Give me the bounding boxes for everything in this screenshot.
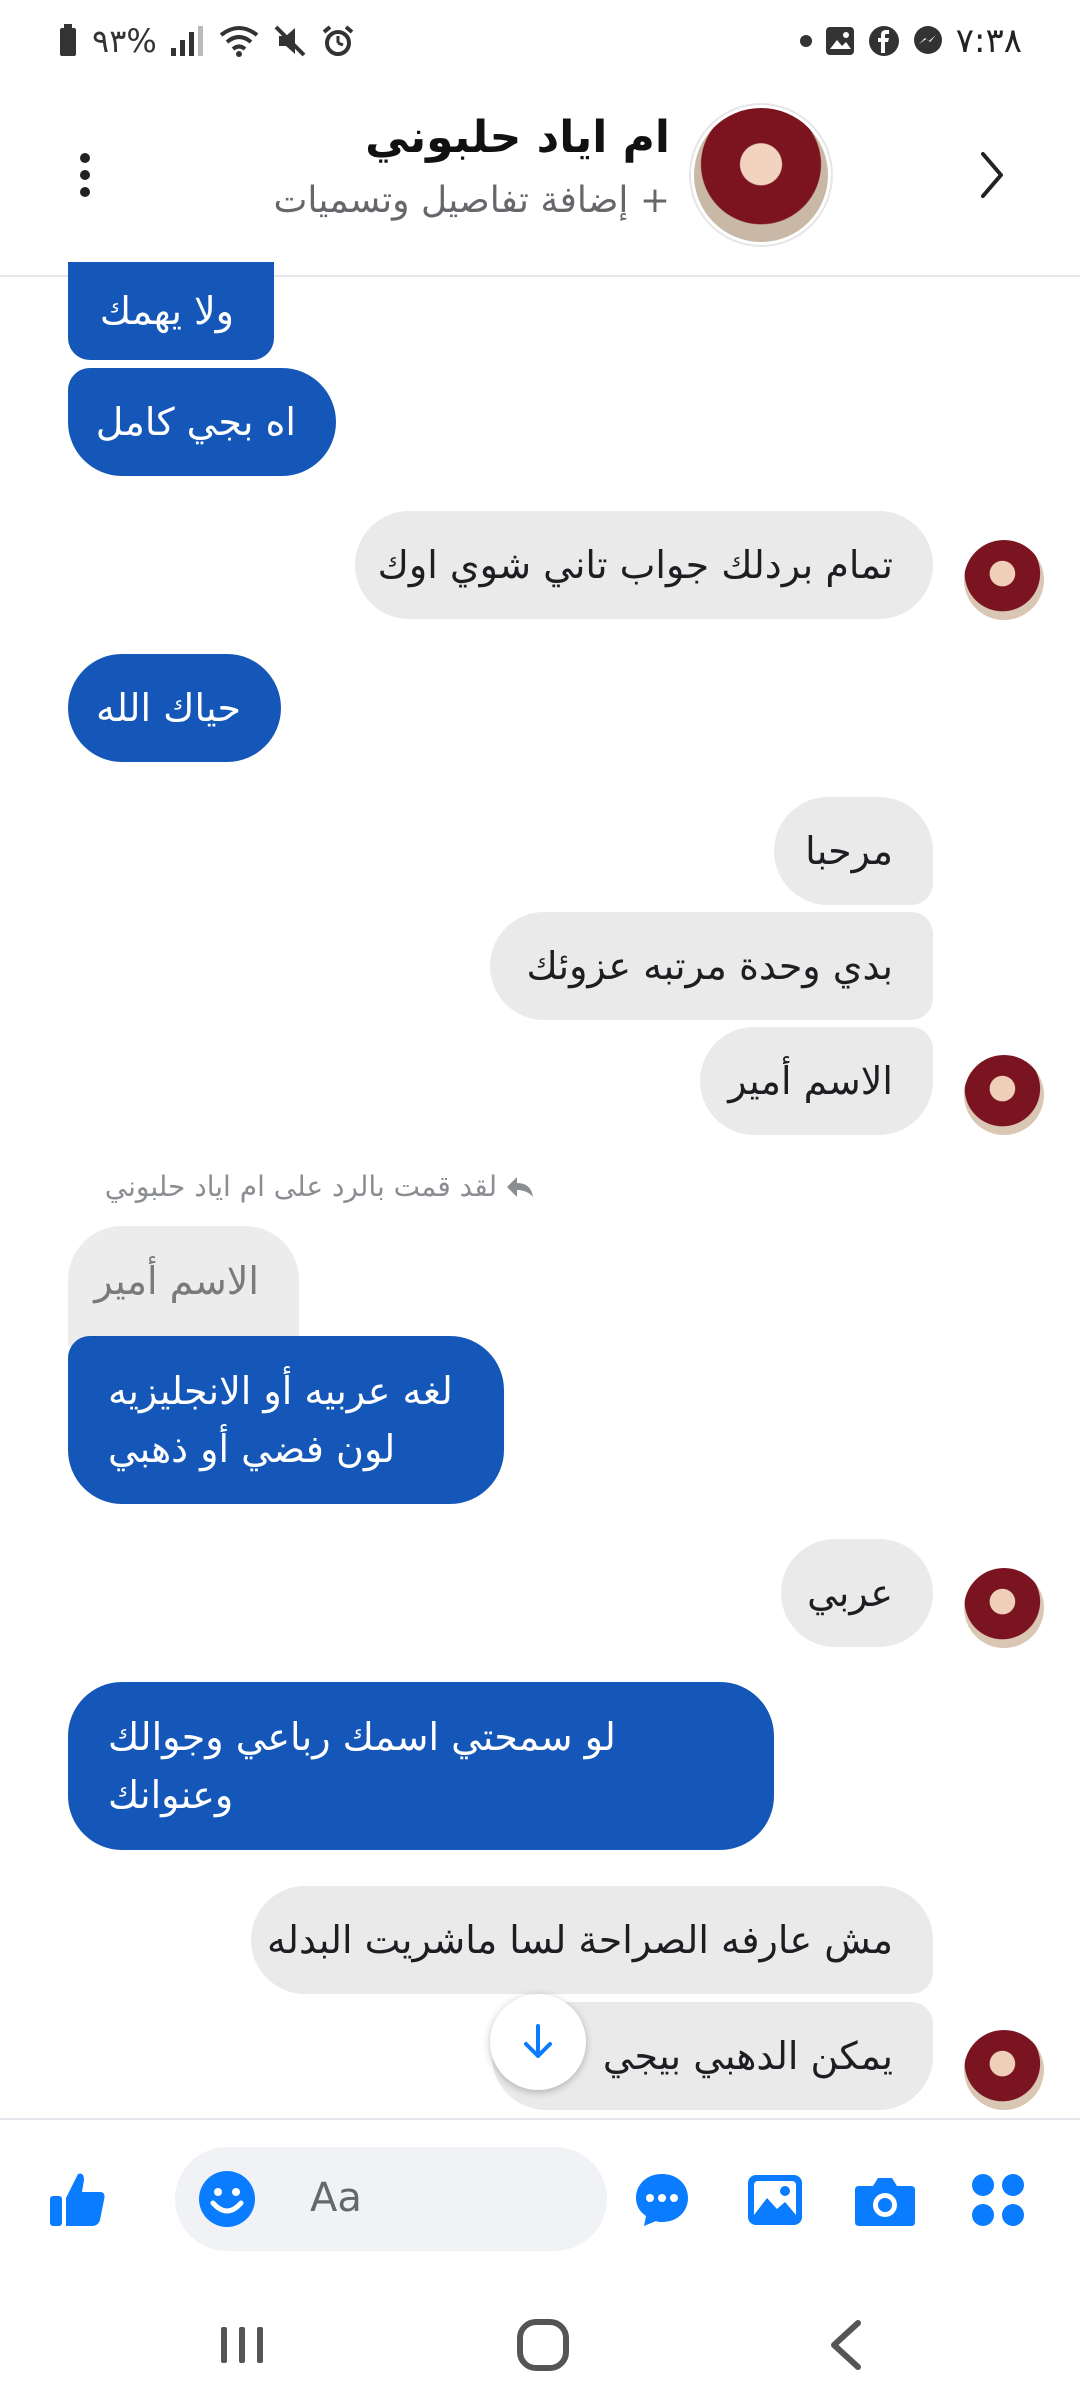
arrow-down-icon	[524, 2024, 552, 2058]
message-bubble-incoming[interactable]: عربي	[781, 1539, 933, 1647]
contact-avatar-small	[964, 1568, 1044, 1648]
message-bubble-outgoing[interactable]: لغه عربيه أو الانجليزيه لون فضي أو ذهبي	[68, 1336, 504, 1504]
status-right: ٧:٣٨	[799, 18, 1022, 64]
dot-icon	[799, 35, 812, 47]
home-button[interactable]	[503, 2310, 583, 2380]
reply-label: لقد قمت بالرد على ام اياد حلبوني	[105, 1170, 535, 1203]
thumbs-up-icon	[50, 2173, 105, 2226]
back-arrow-icon	[831, 2320, 861, 2370]
gallery-button[interactable]	[735, 2160, 815, 2240]
message-line: لغه عربيه أو الانجليزيه	[108, 1369, 453, 1413]
scroll-to-bottom-button[interactable]	[490, 1994, 586, 2090]
message-bubble-incoming[interactable]: بدي وحدة مرتبه عزوئك	[490, 912, 933, 1020]
reply-label-text: لقد قمت بالرد على ام اياد حلبوني	[104, 1170, 497, 1203]
message-bubble-incoming[interactable]: الاسم أمير	[700, 1027, 933, 1135]
contact-avatar-small	[964, 2030, 1044, 2110]
home-icon	[517, 2319, 569, 2371]
more-vertical-icon	[80, 153, 90, 197]
chat-bubble-icon	[636, 2174, 688, 2226]
message-bubble-outgoing[interactable]: حياك الله	[68, 654, 281, 762]
facebook-icon	[868, 26, 899, 56]
emoji-icon[interactable]	[197, 2169, 257, 2229]
message-bubble-outgoing[interactable]: اه بجي كامل	[68, 368, 336, 476]
gallery-icon	[825, 27, 854, 55]
message-bubble-incoming[interactable]: مش عارفه الصراحة لسا ماشريت البدله	[251, 1886, 933, 1994]
chat-bubble-button[interactable]	[622, 2160, 702, 2240]
back-button[interactable]	[962, 140, 1022, 210]
signal-icon	[170, 26, 203, 56]
message-bubble-incoming[interactable]: مرحبا	[774, 797, 933, 905]
message-input-placeholder: Aa	[310, 2175, 362, 2221]
contact-avatar-small	[964, 540, 1044, 620]
wifi-icon	[219, 26, 259, 57]
back-nav-button[interactable]	[806, 2310, 886, 2380]
message-line: لون فضي أو ذهبي	[108, 1427, 396, 1471]
battery-icon	[60, 24, 76, 56]
contact-avatar-small	[964, 1055, 1044, 1135]
reply-arrow-icon	[507, 1176, 533, 1197]
clock: ٧:٣٨	[955, 21, 1022, 61]
add-details-link[interactable]: + إضافة تفاصيل وتسميات	[274, 180, 671, 221]
gallery-icon	[748, 2175, 802, 2225]
camera-button[interactable]	[845, 2160, 925, 2240]
quoted-message[interactable]: الاسم أمير	[68, 1226, 299, 1346]
more-actions-button[interactable]	[958, 2160, 1038, 2240]
message-bubble-outgoing[interactable]: لو سمحتي اسمك رباعي وجوالك وعنوانك	[68, 1682, 774, 1850]
alarm-icon	[322, 25, 354, 56]
recents-button[interactable]	[202, 2310, 282, 2380]
like-button[interactable]	[38, 2160, 118, 2240]
message-line: وعنوانك	[108, 1773, 234, 1817]
message-bubble-incoming[interactable]: تمام بردلك جواب تاني شوي اوك	[355, 511, 933, 619]
contact-name[interactable]: ام اياد حلبوني	[365, 112, 670, 163]
contact-avatar[interactable]	[694, 108, 828, 242]
status-bar: %٩٣ ٧:٣٨	[0, 0, 1080, 80]
grid-dots-icon	[972, 2174, 1024, 2226]
message-bubble-outgoing[interactable]: ولا يهمك	[68, 262, 274, 360]
messenger-icon	[913, 26, 942, 54]
chevron-right-icon	[981, 152, 1003, 198]
battery-level: %٩٣	[92, 22, 157, 60]
message-input[interactable]: Aa	[175, 2147, 607, 2251]
recents-icon	[221, 2327, 263, 2363]
more-options-button[interactable]	[60, 140, 110, 210]
status-left: %٩٣	[58, 18, 355, 64]
message-line: لو سمحتي اسمك رباعي وجوالك	[108, 1715, 616, 1759]
camera-icon	[855, 2178, 915, 2226]
mute-icon	[274, 25, 306, 57]
